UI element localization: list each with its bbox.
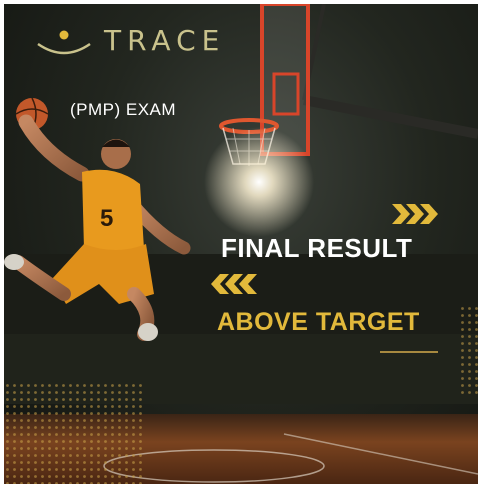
- dot-pattern-bottom: [4, 384, 144, 484]
- arc-with-dot-logo: [37, 30, 91, 55]
- accent-underline: [380, 351, 438, 353]
- result-title: FINAL RESULT: [221, 233, 413, 263]
- dot-pattern-top: [364, 4, 478, 124]
- exam-label: (PMP) EXAM: [70, 100, 177, 119]
- promo-poster: 5 TRACE (PMP) EXAM FINAL RESULT ABOVE TA…: [4, 4, 478, 484]
- triple-chevron-right-icon: [392, 204, 438, 224]
- arena-light: [204, 127, 314, 237]
- result-value: ABOVE TARGET: [217, 308, 420, 336]
- image-frame: 5 TRACE (PMP) EXAM FINAL RESULT ABOVE TA…: [0, 0, 483, 489]
- player-number: 5: [100, 205, 113, 232]
- brand-name: TRACE: [104, 24, 226, 57]
